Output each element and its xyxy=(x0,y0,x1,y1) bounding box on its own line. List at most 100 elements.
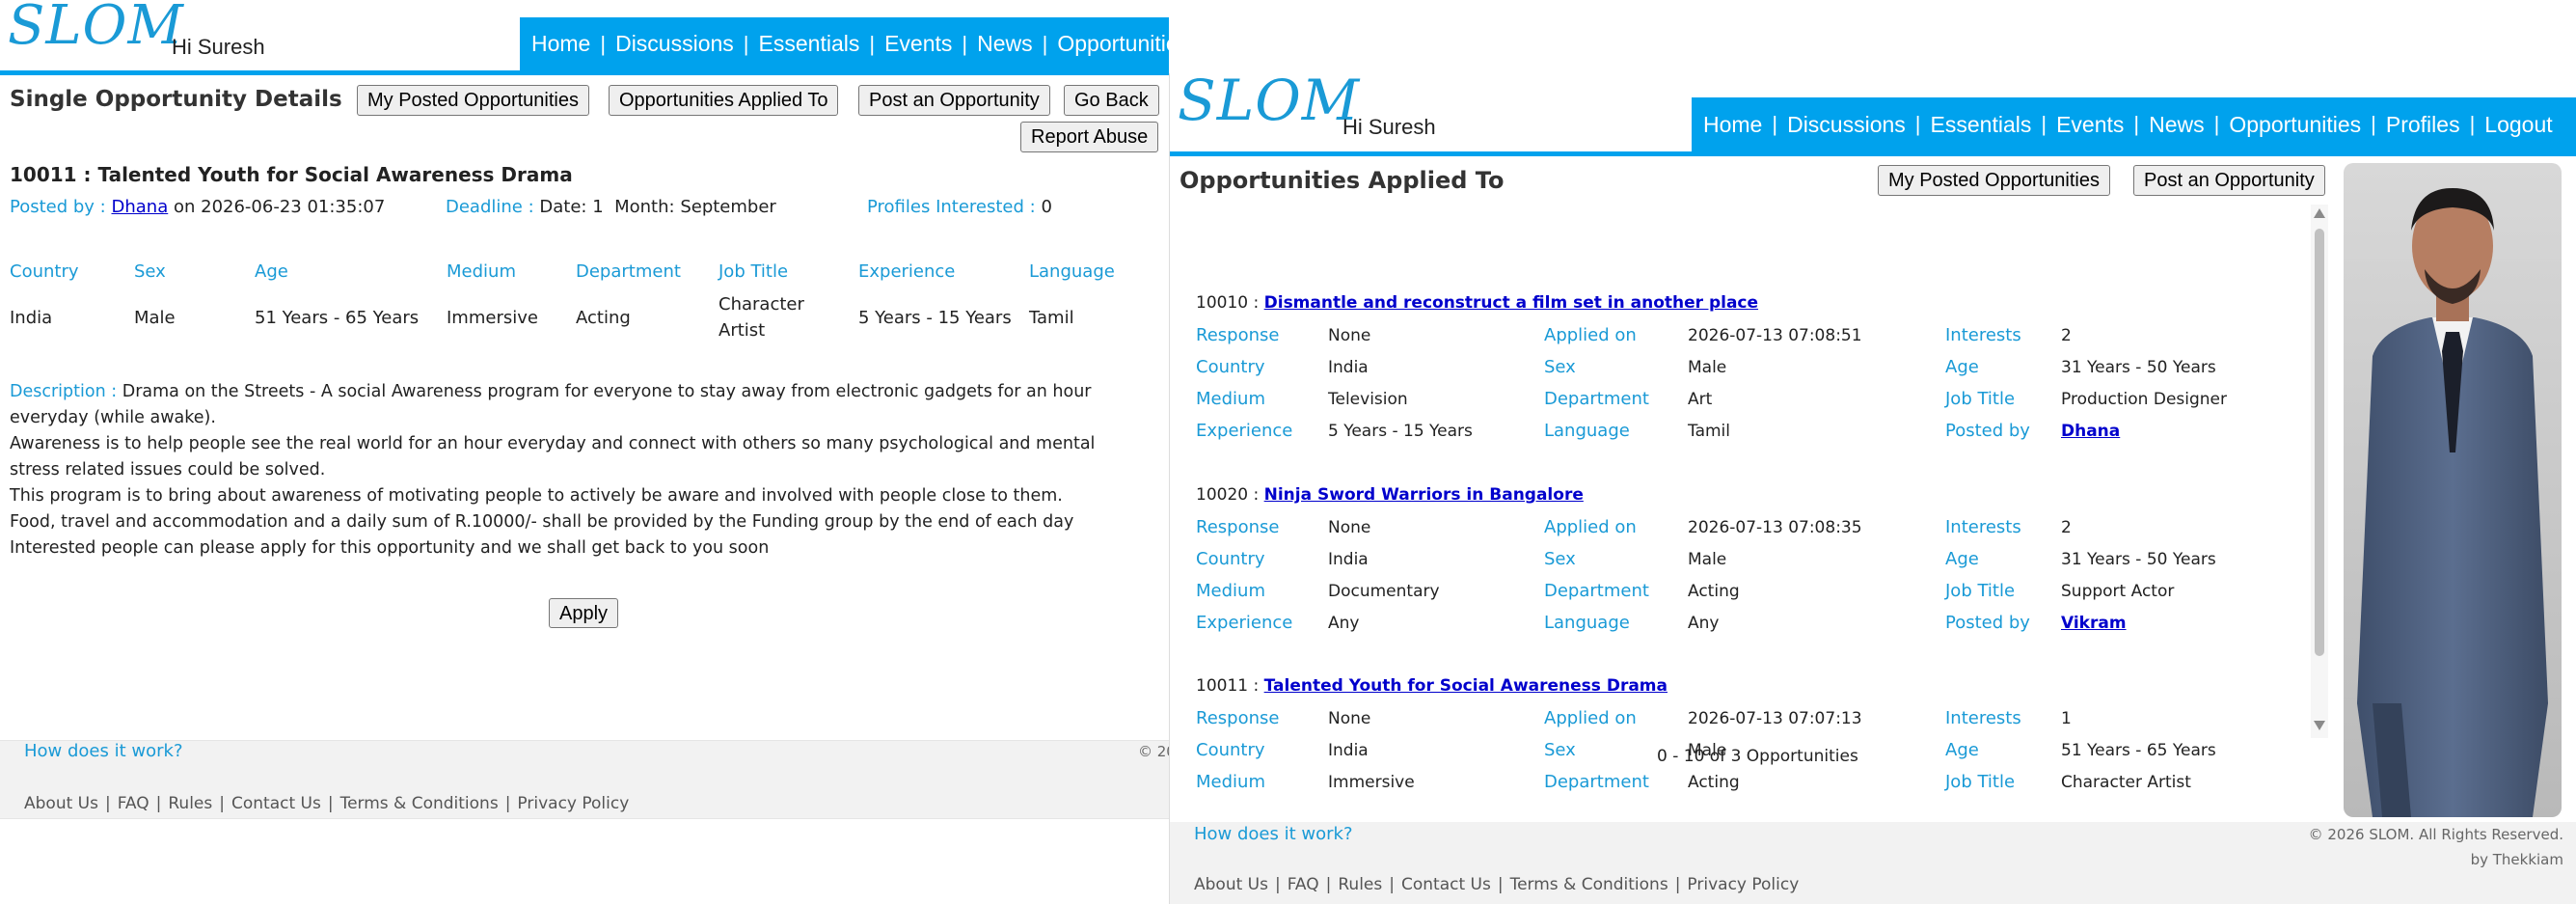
field-value-response: None xyxy=(1328,518,1371,537)
footer-link-terms-conditions[interactable]: Terms & Conditions xyxy=(340,794,499,813)
go-back-button[interactable]: Go Back xyxy=(1064,85,1159,116)
slom-logo[interactable]: SLOM xyxy=(1178,73,1360,133)
post-opportunity-button[interactable]: Post an Opportunity xyxy=(2133,165,2325,196)
nav-separator: | xyxy=(1042,31,1048,56)
scroll-down-arrow-icon[interactable] xyxy=(2314,721,2325,730)
field-value-experience: Any xyxy=(1328,614,1360,633)
applied-item-title-row: 10011 : Talented Youth for Social Awaren… xyxy=(1196,676,1668,696)
attr-value-job-title: Character Artist xyxy=(719,294,804,341)
field-value-medium: Television xyxy=(1328,390,1408,409)
nav-logout[interactable]: Logout xyxy=(2484,112,2552,138)
footer-link-about-us[interactable]: About Us xyxy=(24,794,98,813)
field-label-applied-on: Applied on xyxy=(1544,325,1637,345)
nav-discussions[interactable]: Discussions xyxy=(615,31,734,57)
greeting: Hi Suresh xyxy=(172,35,265,59)
nav-events[interactable]: Events xyxy=(2056,112,2124,138)
field-label-sex: Sex xyxy=(1544,740,1576,760)
field-label-experience: Experience xyxy=(1196,421,1293,441)
footer-link-faq[interactable]: FAQ xyxy=(118,794,149,813)
footer-link-contact-us[interactable]: Contact Us xyxy=(231,794,321,813)
footer-link-about-us[interactable]: About Us xyxy=(1194,875,1268,894)
field-value-posted-by[interactable]: Vikram xyxy=(2061,614,2127,633)
page-title: Opportunities Applied To xyxy=(1180,167,1505,194)
attr-value-age: 51 Years - 65 Years xyxy=(255,308,420,328)
attr-value-sex: Male xyxy=(134,308,176,328)
field-value-applied-on: 2026-07-13 07:08:51 xyxy=(1688,326,1862,345)
how-does-it-work-link[interactable]: How does it work? xyxy=(1194,824,1353,844)
field-label-medium: Medium xyxy=(1196,389,1265,409)
field-value-department: Art xyxy=(1688,390,1713,409)
field-value-language: Tamil xyxy=(1688,422,1730,441)
nav-home[interactable]: Home xyxy=(1703,112,1762,138)
footer-link-rules[interactable]: Rules xyxy=(168,794,212,813)
report-abuse-button[interactable]: Report Abuse xyxy=(1020,122,1159,152)
nav-separator: | xyxy=(2133,112,2140,136)
field-label-language: Language xyxy=(1544,421,1630,441)
slom-logo[interactable]: SLOM xyxy=(8,0,184,57)
field-label-posted-by: Posted by xyxy=(1945,613,2030,633)
nav-essentials[interactable]: Essentials xyxy=(1931,112,2032,138)
field-value-medium: Immersive xyxy=(1328,773,1415,792)
footer-link-contact-us[interactable]: Contact Us xyxy=(1401,875,1491,894)
field-value-applied-on: 2026-07-13 07:08:35 xyxy=(1688,518,1862,537)
footer-link-rules[interactable]: Rules xyxy=(1338,875,1382,894)
footer-link-terms-conditions[interactable]: Terms & Conditions xyxy=(1510,875,1668,894)
attr-value-medium: Immersive xyxy=(447,308,538,328)
field-value-sex: Male xyxy=(1688,358,1727,377)
deadline-value: Date: 1 Month: September xyxy=(539,197,776,217)
applied-opportunities-list[interactable]: 10010 : Dismantle and reconstruct a film… xyxy=(1170,205,2327,815)
deadline-label: Deadline : xyxy=(446,197,534,217)
nav-essentials[interactable]: Essentials xyxy=(759,31,860,57)
footer-separator: | xyxy=(327,794,334,813)
nav-news[interactable]: News xyxy=(977,31,1033,57)
field-label-applied-on: Applied on xyxy=(1544,517,1637,537)
field-label-department: Department xyxy=(1544,581,1649,601)
header-divider xyxy=(0,70,1169,75)
footer-link-privacy-policy[interactable]: Privacy Policy xyxy=(517,794,629,813)
applied-item-id: 10020 : xyxy=(1196,485,1260,505)
copyright-text: © 20 xyxy=(1138,743,1169,760)
nav-opportunities[interactable]: Opportunities xyxy=(2229,112,2361,138)
nav-separator: | xyxy=(962,31,968,56)
nav-discussions[interactable]: Discussions xyxy=(1787,112,1906,138)
field-value-interests: 2 xyxy=(2061,518,2072,537)
main-nav: Home | Discussions | Essentials | Events | News |… xyxy=(520,17,1169,70)
attr-header-medium: Medium xyxy=(447,261,516,282)
attr-header-language: Language xyxy=(1029,261,1115,282)
opportunity-details-window: SLOM Hi Suresh Home | Discussions | Essentia… xyxy=(0,0,1169,904)
field-value-posted-by[interactable]: Dhana xyxy=(2061,422,2120,441)
main-nav: Home | Discussions | Essentials | Events | News |… xyxy=(1692,97,2576,151)
applied-item-id: 10011 : xyxy=(1196,676,1260,696)
field-label-age: Age xyxy=(1945,740,1979,760)
profile-photo xyxy=(2344,163,2562,817)
list-scrollbar[interactable] xyxy=(2311,205,2328,738)
nav-news[interactable]: News xyxy=(2149,112,2205,138)
applied-item-title-link[interactable]: Dismantle and reconstruct a film set in … xyxy=(1264,293,1758,313)
attr-value-department: Acting xyxy=(576,308,631,328)
applied-item-title-row: 10020 : Ninja Sword Warriors in Bangalor… xyxy=(1196,485,1584,505)
applied-item-title-link[interactable]: Talented Youth for Social Awareness Dram… xyxy=(1264,676,1668,696)
footer-link-faq[interactable]: FAQ xyxy=(1288,875,1319,894)
nav-profiles[interactable]: Profiles xyxy=(2386,112,2460,138)
scroll-up-arrow-icon[interactable] xyxy=(2314,208,2325,218)
nav-events[interactable]: Events xyxy=(884,31,952,57)
post-opportunity-button[interactable]: Post an Opportunity xyxy=(858,85,1050,116)
nav-separator: | xyxy=(2213,112,2220,136)
footer-link-privacy-policy[interactable]: Privacy Policy xyxy=(1687,875,1799,894)
field-value-language: Any xyxy=(1688,614,1720,633)
my-posted-opportunities-button[interactable]: My Posted Opportunities xyxy=(1878,165,2110,196)
built-by-text: by Thekkiam xyxy=(2470,851,2563,868)
apply-button[interactable]: Apply xyxy=(549,598,619,628)
field-value-response: None xyxy=(1328,709,1371,728)
footer-separator: | xyxy=(1674,875,1681,894)
nav-home[interactable]: Home xyxy=(531,31,590,57)
field-label-age: Age xyxy=(1945,549,1979,569)
posted-by-link[interactable]: Dhana xyxy=(111,197,168,217)
description-line: This program is to bring about awareness… xyxy=(10,486,1063,506)
nav-opportunities[interactable]: Opportunities xyxy=(1057,31,1169,57)
my-posted-opportunities-button[interactable]: My Posted Opportunities xyxy=(357,85,589,116)
opportunities-applied-to-button[interactable]: Opportunities Applied To xyxy=(609,85,839,116)
scrollbar-thumb[interactable] xyxy=(2315,229,2324,656)
applied-item-title-link[interactable]: Ninja Sword Warriors in Bangalore xyxy=(1264,485,1584,505)
how-does-it-work-link[interactable]: How does it work? xyxy=(24,741,183,761)
